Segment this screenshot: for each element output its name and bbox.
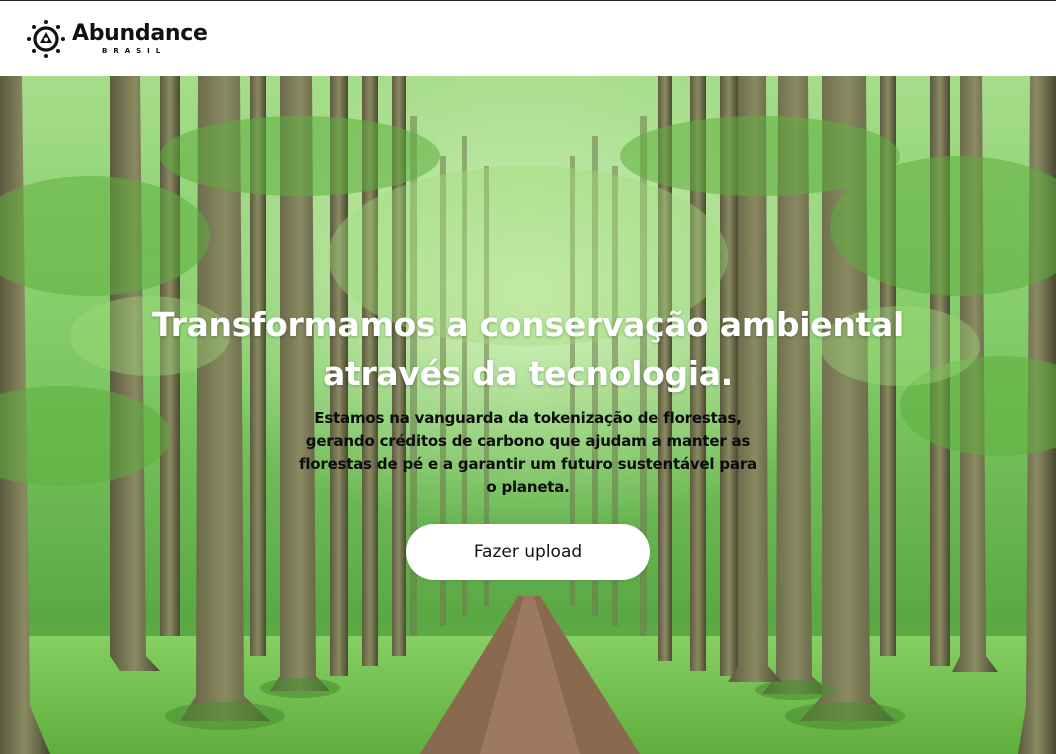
brand-logo[interactable]: Abundance BRASIL bbox=[26, 19, 208, 59]
site-header: Abundance BRASIL bbox=[0, 0, 1056, 76]
brand-name: Abundance bbox=[72, 21, 208, 46]
abundance-logo-icon bbox=[27, 20, 65, 58]
hero-headline: Transformamos a conservação ambiental at… bbox=[152, 305, 904, 394]
hero-section: Transformamos a conservação ambiental at… bbox=[0, 76, 1056, 754]
hero-description: Estamos na vanguarda da tokenização de f… bbox=[299, 409, 757, 496]
upload-button[interactable]: Fazer upload bbox=[406, 524, 650, 580]
brand-subtitle: BRASIL bbox=[102, 47, 167, 55]
